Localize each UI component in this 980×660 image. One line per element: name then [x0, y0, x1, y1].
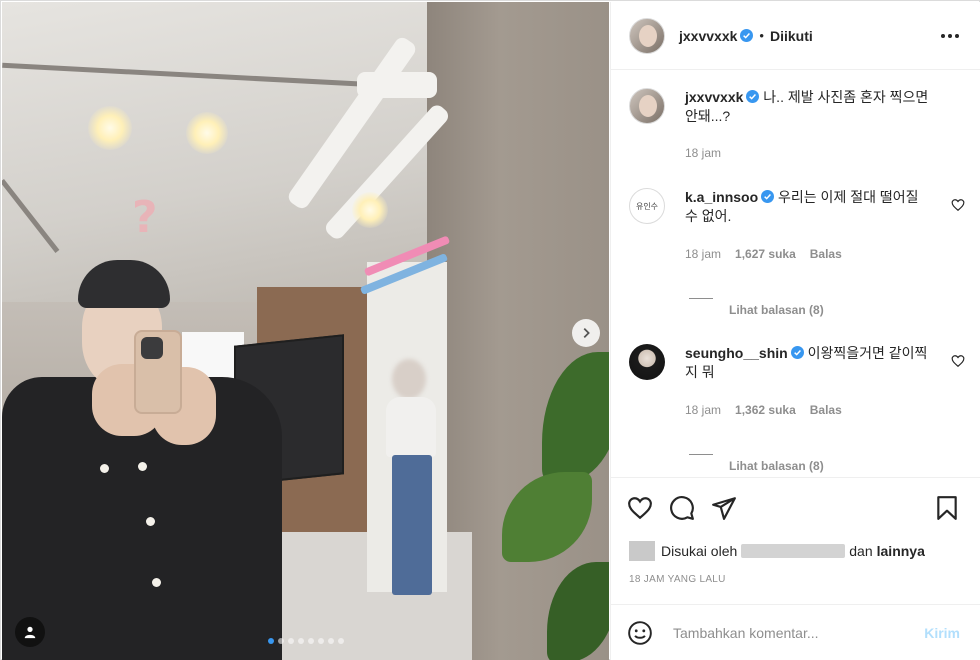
user-tag-icon	[24, 626, 36, 639]
bookmark-icon[interactable]	[934, 495, 960, 521]
post-photo[interactable]: ?	[2, 2, 609, 660]
comment-likes[interactable]: 1,627 suka	[735, 247, 796, 261]
post-sidebar: jxxvvxxk • Diikuti jxxvvxxk 나.. 제발 사진좀 혼…	[610, 2, 980, 660]
heart-icon[interactable]	[627, 495, 653, 521]
emoji-icon[interactable]	[627, 620, 653, 646]
avatar[interactable]	[629, 344, 665, 380]
likes-prefix: Disukai oleh	[661, 543, 738, 559]
header-separator: •	[759, 28, 764, 43]
avatar[interactable]	[629, 17, 665, 54]
comment-time: 18 jam	[685, 403, 722, 417]
next-arrow-icon	[583, 328, 590, 338]
author-username[interactable]: jxxvvxxk	[679, 28, 737, 44]
next-photo-button[interactable]	[572, 319, 600, 347]
likes-connector: dan	[849, 543, 873, 559]
heart-icon[interactable]	[951, 354, 965, 368]
post-frame: ? jxxvvxxk • Diikuti jxxvvxxk 나.. 제발 사진좀…	[0, 0, 980, 660]
share-icon[interactable]	[711, 495, 737, 521]
tagged-users-button[interactable]	[15, 617, 45, 647]
comments-list[interactable]: jxxvvxxk 나.. 제발 사진좀 혼자 찍으면 안돼...? 18 jam…	[611, 71, 980, 476]
avatar[interactable]	[629, 88, 665, 124]
follow-status-button[interactable]: Diikuti	[770, 28, 813, 44]
view-replies-button[interactable]: Lihat balasan (8)	[689, 459, 824, 473]
more-icon	[941, 33, 959, 38]
verified-icon	[746, 90, 760, 103]
add-comment-bar: Tambahkan komentar... Kirim	[611, 604, 980, 660]
carousel-dots	[268, 638, 344, 644]
reply-button[interactable]: Balas	[810, 403, 842, 417]
comment-time: 18 jam	[685, 247, 722, 261]
photo-scene	[2, 2, 442, 302]
caption-time: 18 jam	[685, 146, 722, 160]
phone	[134, 330, 182, 414]
post-timestamp: 18 JAM YANG LALU	[629, 574, 726, 585]
verified-icon	[740, 29, 754, 42]
view-replies-button[interactable]: Lihat balasan (8)	[689, 303, 824, 317]
likes-summary[interactable]: Disukai oleh dan lainnya	[629, 541, 925, 561]
heart-icon[interactable]	[951, 198, 965, 212]
send-button[interactable]: Kirim	[924, 625, 960, 641]
question-mark-sticker: ?	[132, 192, 158, 243]
reply-button[interactable]: Balas	[810, 247, 842, 261]
comment-username[interactable]: seungho__shin	[685, 345, 788, 361]
action-bar	[611, 477, 980, 522]
comment-input[interactable]: Tambahkan komentar...	[673, 625, 924, 641]
comment-username[interactable]: k.a_innsoo	[685, 189, 758, 205]
post-header: jxxvvxxk • Diikuti	[611, 2, 980, 70]
likes-others[interactable]: lainnya	[877, 543, 925, 559]
liker-avatar	[629, 541, 655, 561]
verified-icon	[790, 346, 804, 359]
liker-username-redacted	[741, 544, 846, 558]
avatar[interactable]: 유인수	[629, 188, 665, 224]
background-person	[382, 359, 440, 597]
comment-likes[interactable]: 1,362 suka	[735, 403, 796, 417]
comment-icon[interactable]	[669, 495, 695, 521]
verified-icon	[761, 190, 775, 203]
caption-username[interactable]: jxxvvxxk	[685, 89, 743, 105]
more-options-button[interactable]	[938, 24, 962, 48]
